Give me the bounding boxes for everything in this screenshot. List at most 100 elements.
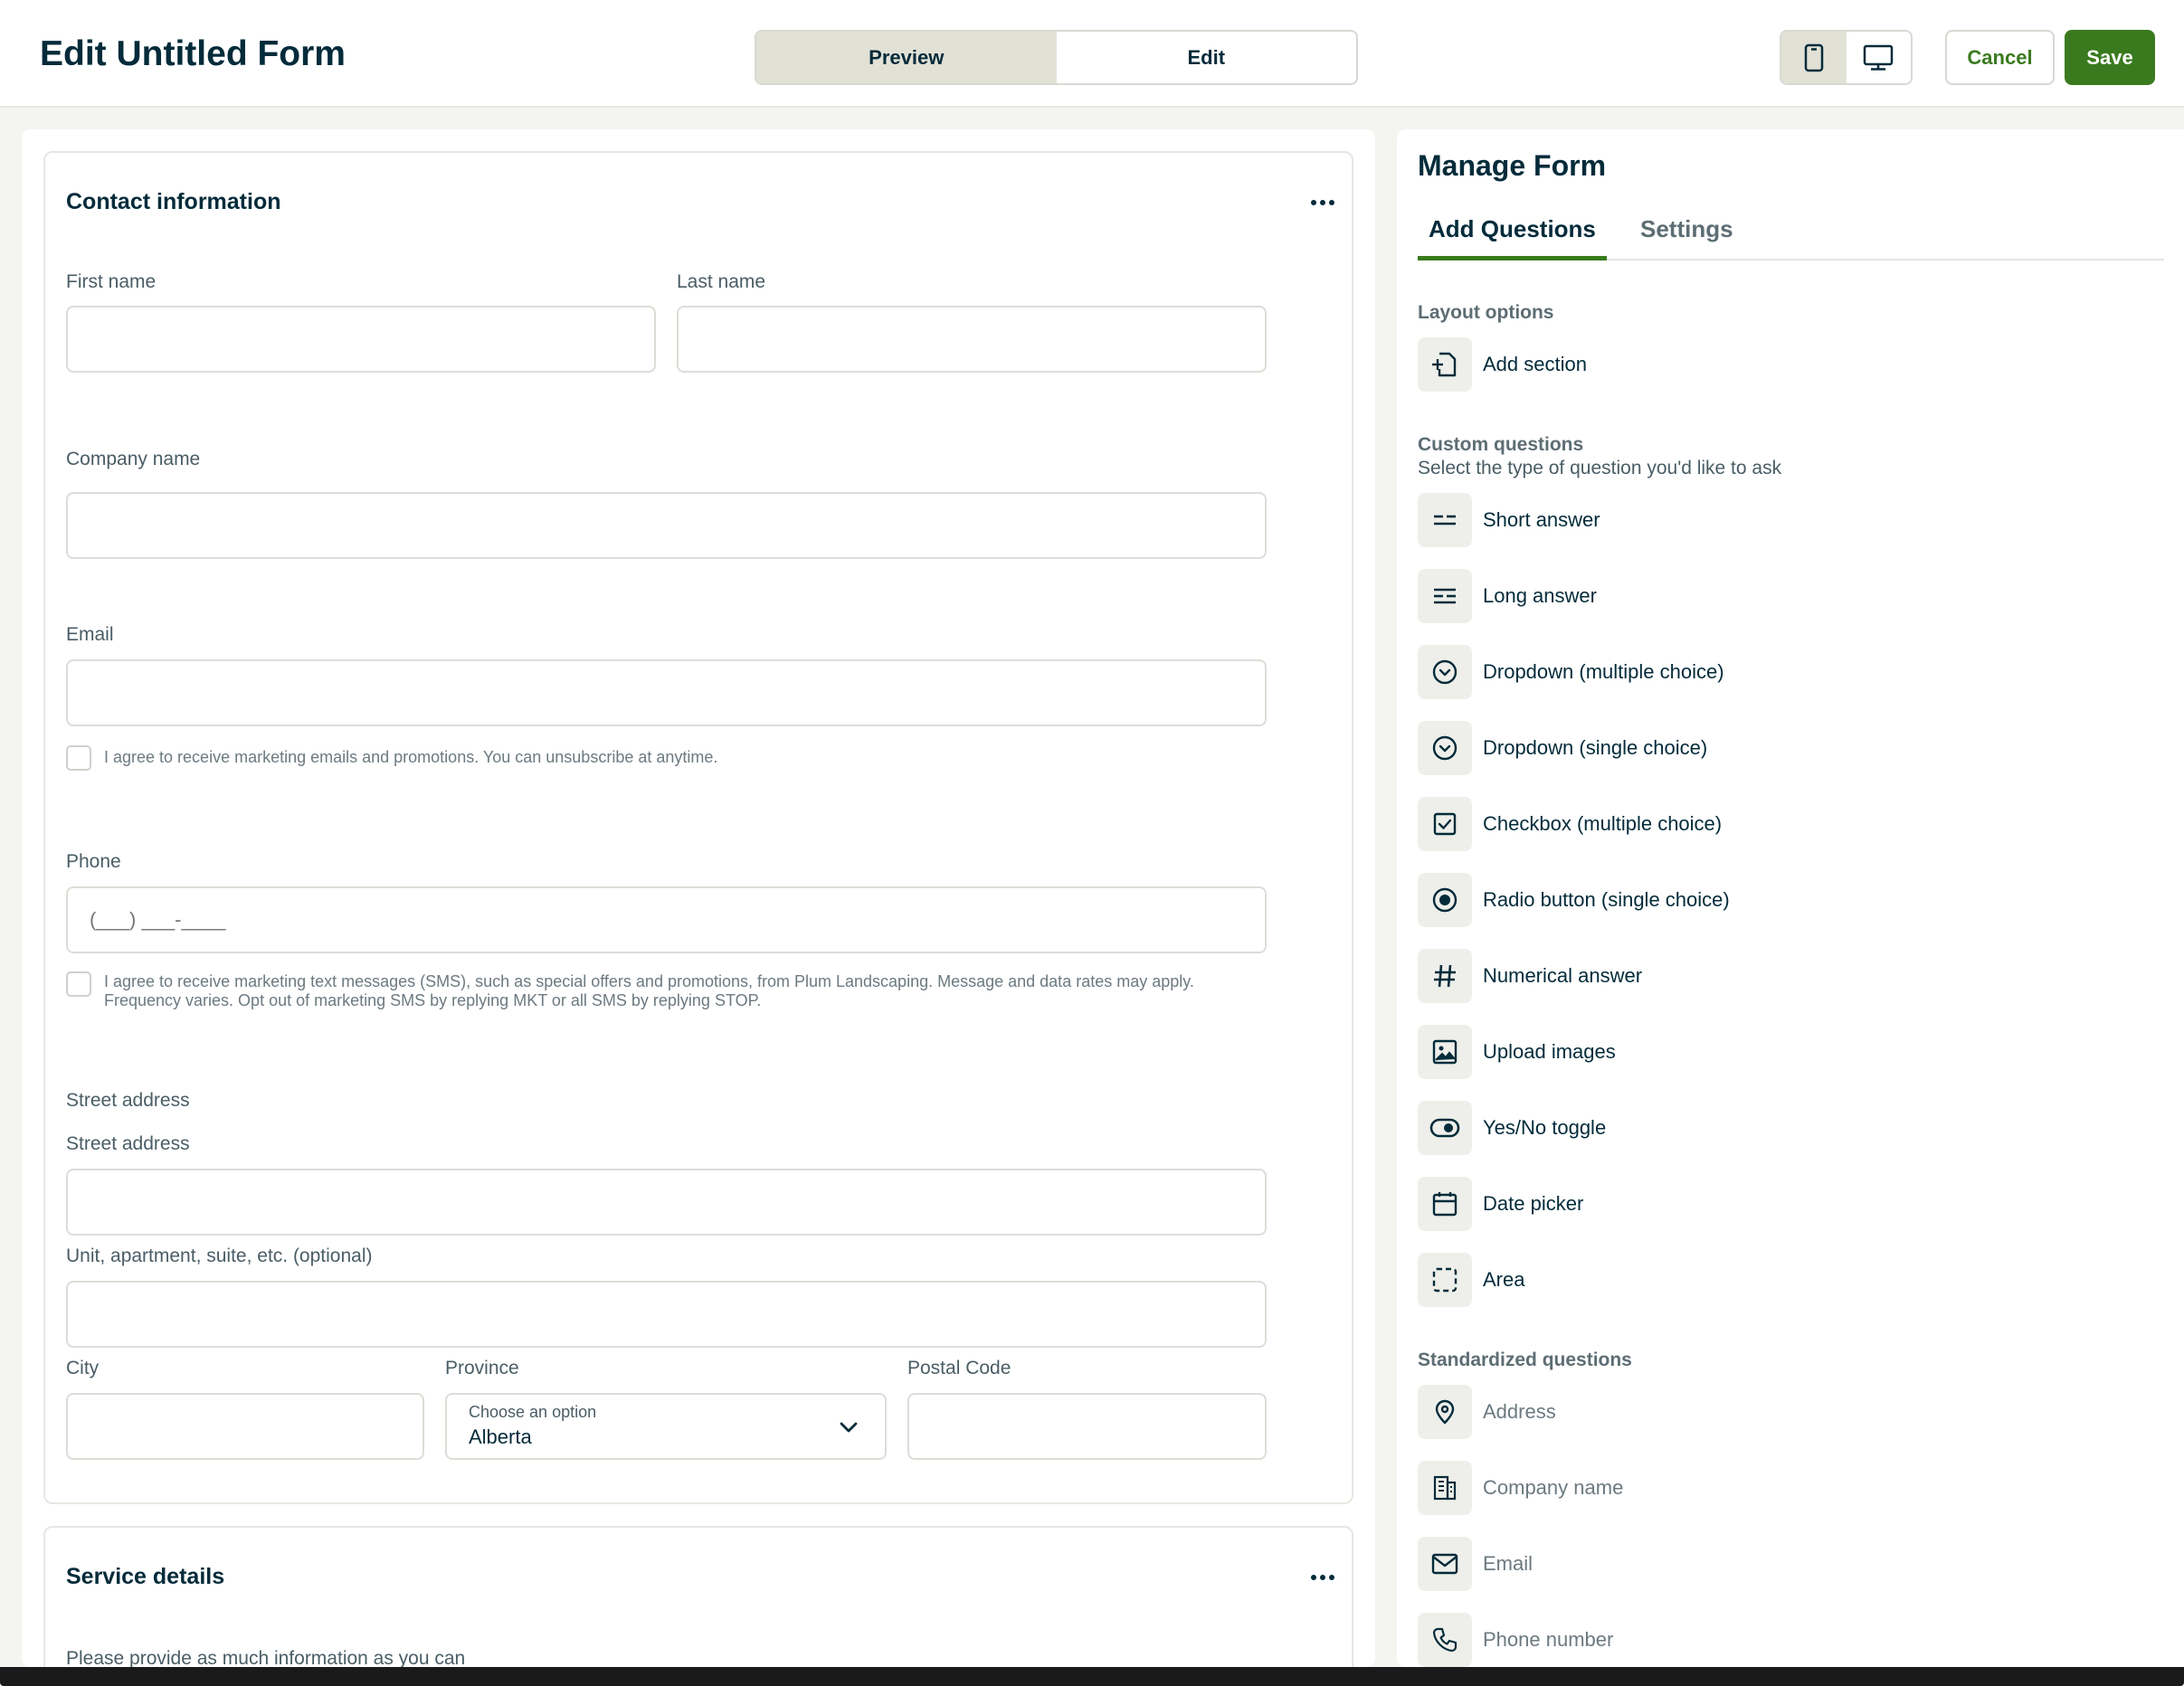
page-title: Edit Untitled Form — [40, 34, 346, 73]
sms-consent-checkbox[interactable] — [66, 971, 91, 997]
street-address-group-label: Street address — [66, 1090, 190, 1111]
postal-code-field[interactable] — [907, 1393, 1267, 1460]
section-more-button[interactable] — [1305, 1564, 1341, 1591]
more-dot-icon — [1320, 200, 1325, 205]
dropdown-icon — [1418, 721, 1472, 775]
postal-code-label: Postal Code — [907, 1358, 1011, 1378]
area-icon — [1418, 1253, 1472, 1307]
option-label: Upload images — [1483, 1040, 1616, 1063]
add-section-icon — [1418, 337, 1472, 392]
last-name-field[interactable] — [677, 306, 1267, 373]
more-dot-icon — [1311, 200, 1316, 205]
more-dot-icon — [1320, 1575, 1325, 1580]
email-consent-checkbox[interactable] — [66, 745, 91, 771]
panel-tabs: Add Questions Settings — [1418, 211, 2164, 260]
checkbox-icon — [1418, 797, 1472, 851]
phone-icon — [1418, 1613, 1472, 1667]
company-name-input[interactable] — [68, 494, 1265, 557]
map-pin-icon — [1418, 1385, 1472, 1439]
short-answer-icon — [1418, 493, 1472, 547]
unit-input[interactable] — [68, 1283, 1265, 1346]
tab-add-questions[interactable]: Add Questions — [1418, 211, 1607, 260]
street-address-field[interactable] — [66, 1169, 1267, 1236]
yes-no-toggle-option[interactable]: Yes/No toggle — [1418, 1101, 2160, 1155]
save-button[interactable]: Save — [2065, 30, 2155, 85]
chevron-down-icon — [840, 1422, 858, 1433]
date-picker-option[interactable]: Date picker — [1418, 1177, 2160, 1231]
edit-tab[interactable]: Edit — [1057, 32, 1357, 83]
more-dot-icon — [1329, 200, 1334, 205]
email-field[interactable] — [66, 659, 1267, 726]
manage-form-panel: Manage Form Add Questions Settings Layou… — [1397, 129, 2184, 1667]
company-name-option[interactable]: Company name — [1418, 1461, 2160, 1515]
option-label: Dropdown (single choice) — [1483, 736, 1708, 759]
address-option[interactable]: Address — [1418, 1385, 2160, 1439]
checkbox-multiple-option[interactable]: Checkbox (multiple choice) — [1418, 797, 2160, 851]
standardized-questions-heading: Standardized questions — [1418, 1350, 1632, 1370]
company-name-field[interactable] — [66, 492, 1267, 559]
desktop-view-button[interactable] — [1847, 32, 1912, 83]
option-label: Numerical answer — [1483, 964, 1643, 987]
radio-button-option[interactable]: Radio button (single choice) — [1418, 873, 2160, 927]
unit-field[interactable] — [66, 1281, 1267, 1348]
more-dot-icon — [1329, 1575, 1334, 1580]
last-name-label: Last name — [677, 271, 766, 292]
phone-number-option[interactable]: Phone number — [1418, 1613, 2160, 1667]
service-section-card: Service details Please provide as much i… — [43, 1526, 1353, 1667]
option-label: Company name — [1483, 1476, 1624, 1499]
option-label: Dropdown (multiple choice) — [1483, 660, 1724, 683]
area-option[interactable]: Area — [1418, 1253, 2160, 1307]
mobile-view-button[interactable] — [1781, 32, 1847, 83]
short-answer-option[interactable]: Short answer — [1418, 493, 2160, 547]
tab-settings[interactable]: Settings — [1629, 211, 1744, 260]
province-label: Province — [445, 1358, 519, 1378]
panel-title: Manage Form — [1418, 149, 1607, 182]
province-select[interactable]: Choose an option Alberta — [445, 1393, 887, 1460]
image-icon — [1418, 1025, 1472, 1079]
numerical-answer-option[interactable]: Numerical answer — [1418, 949, 2160, 1003]
option-label: Date picker — [1483, 1192, 1584, 1215]
province-value: Alberta — [469, 1426, 532, 1448]
city-field[interactable] — [66, 1393, 424, 1460]
first-name-field[interactable] — [66, 306, 656, 373]
option-label: Area — [1483, 1268, 1525, 1291]
cancel-button[interactable]: Cancel — [1945, 30, 2055, 85]
city-input[interactable] — [68, 1395, 423, 1458]
phone-field[interactable] — [66, 886, 1267, 953]
email-consent-text: I agree to receive marketing emails and … — [104, 748, 718, 766]
phone-input[interactable] — [68, 888, 1265, 952]
layout-options-heading: Layout options — [1418, 302, 1554, 323]
contact-section-card: Contact information First name Last name… — [43, 151, 1353, 1504]
custom-questions-heading: Custom questions — [1418, 434, 1584, 455]
upload-images-option[interactable]: Upload images — [1418, 1025, 2160, 1079]
mode-toggle: Preview Edit — [755, 30, 1358, 85]
window-frame — [0, 1667, 2184, 1686]
top-bar: Edit Untitled Form Preview Edit Cancel S… — [0, 0, 2184, 108]
radio-icon — [1418, 873, 1472, 927]
unit-label: Unit, apartment, suite, etc. (optional) — [66, 1246, 373, 1266]
preview-tab[interactable]: Preview — [756, 32, 1057, 83]
option-label: Add section — [1483, 353, 1587, 375]
postal-code-input[interactable] — [909, 1395, 1265, 1458]
mobile-icon — [1804, 43, 1823, 71]
city-label: City — [66, 1358, 100, 1378]
form-preview: Contact information First name Last name… — [22, 129, 1375, 1667]
add-section-option[interactable]: Add section — [1418, 337, 2160, 392]
dropdown-single-option[interactable]: Dropdown (single choice) — [1418, 721, 2160, 775]
long-answer-icon — [1418, 569, 1472, 623]
email-option[interactable]: Email — [1418, 1537, 2160, 1591]
option-label: Short answer — [1483, 508, 1600, 531]
section-more-button[interactable] — [1305, 189, 1341, 216]
dropdown-multiple-option[interactable]: Dropdown (multiple choice) — [1418, 645, 2160, 699]
email-input[interactable] — [68, 661, 1265, 725]
last-name-input[interactable] — [679, 308, 1265, 371]
option-label: Phone number — [1483, 1628, 1614, 1651]
option-label: Checkbox (multiple choice) — [1483, 812, 1723, 835]
option-label: Email — [1483, 1552, 1534, 1575]
first-name-input[interactable] — [68, 308, 654, 371]
long-answer-option[interactable]: Long answer — [1418, 569, 2160, 623]
street-address-input[interactable] — [68, 1170, 1265, 1234]
device-toggle — [1780, 30, 1913, 85]
option-label: Long answer — [1483, 584, 1597, 607]
email-label: Email — [66, 624, 114, 645]
